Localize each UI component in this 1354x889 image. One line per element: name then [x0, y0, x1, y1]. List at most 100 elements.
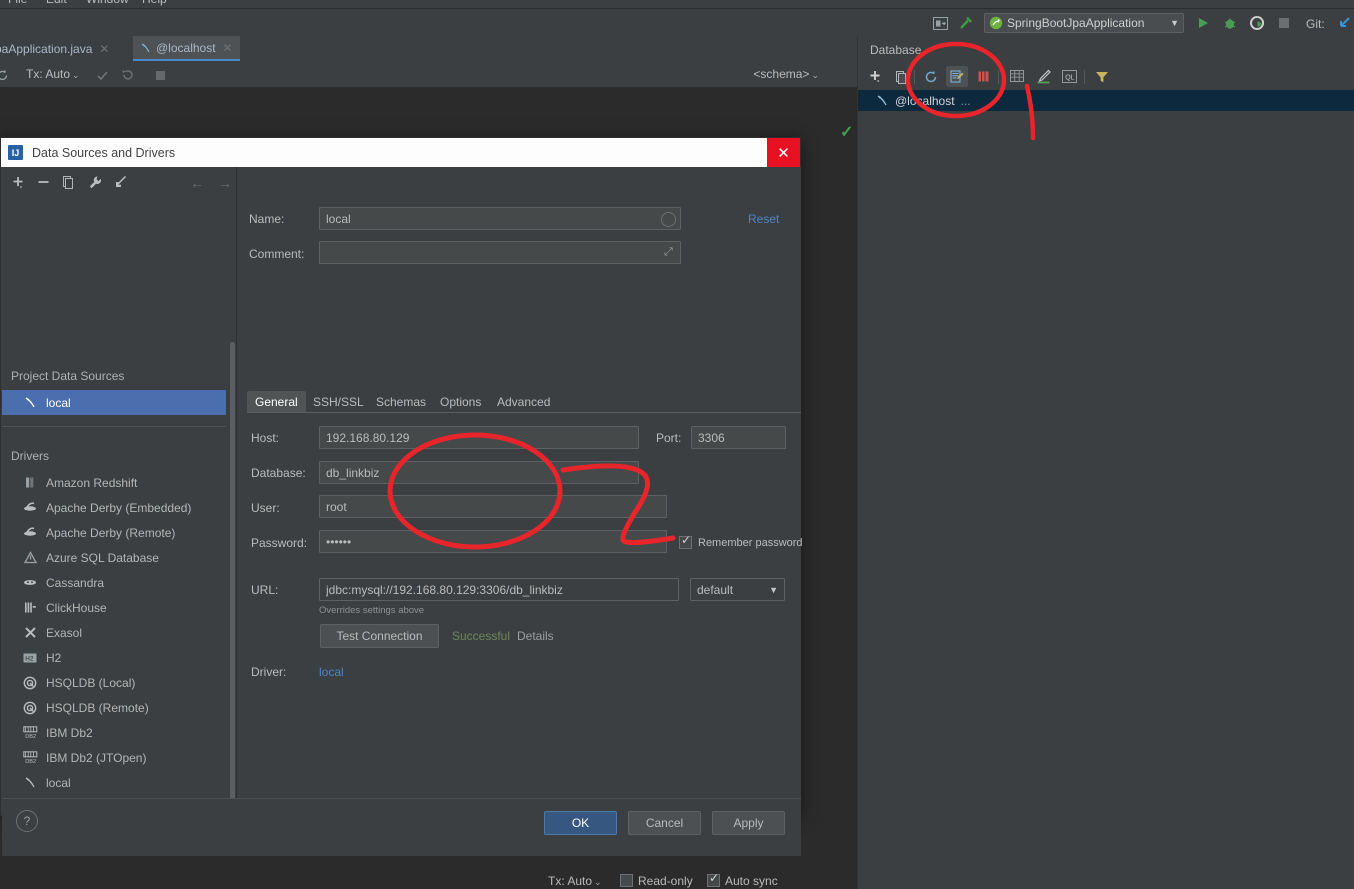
svg-text:H2: H2 — [25, 655, 34, 662]
auto-sync-checkbox[interactable] — [707, 872, 720, 887]
expand-editor-icon[interactable]: ⤢ — [664, 246, 673, 259]
database-tree-item-localhost[interactable]: @localhost ... — [858, 90, 1354, 111]
user-input[interactable] — [319, 495, 667, 518]
close-icon[interactable]: ✕ — [223, 41, 233, 55]
driver-item[interactable]: Cassandra — [2, 570, 226, 595]
tab-schemas[interactable]: Schemas — [368, 391, 434, 412]
intellij-idea-icon: IJ — [8, 145, 23, 160]
cancel-button[interactable]: Cancel — [628, 811, 701, 835]
refresh-icon[interactable] — [0, 65, 12, 85]
url-input[interactable] — [319, 578, 679, 601]
copy-icon[interactable] — [890, 66, 912, 87]
console-toolbar: Tx: Auto ⌄ <schema> ⌄ — [0, 62, 857, 88]
drivers-list-scrollbar[interactable] — [230, 342, 235, 798]
menu-item-window[interactable]: Window — [86, 0, 129, 6]
funnel-filter-icon[interactable] — [1091, 66, 1113, 87]
plus-icon[interactable] — [8, 172, 28, 192]
git-update-icon[interactable] — [1334, 13, 1354, 33]
tx-mode-selector[interactable]: Tx: Auto ⌄ — [548, 874, 602, 888]
tab-options[interactable]: Options — [432, 391, 489, 412]
tab-ssh-ssl[interactable]: SSH/SSL — [305, 391, 372, 412]
driver-item[interactable]: DB2 IBM Db2 — [2, 720, 226, 745]
data-source-item-local[interactable]: local — [2, 390, 226, 415]
run-with-coverage-icon[interactable] — [1247, 13, 1267, 33]
driver-item-label: HSQLDB (Remote) — [46, 700, 149, 715]
remember-password-checkbox[interactable] — [679, 534, 692, 549]
driver-item[interactable]: Amazon Redshift — [2, 470, 226, 495]
arrow-left-icon[interactable]: ← — [190, 175, 204, 191]
close-icon[interactable]: ✕ — [767, 138, 800, 167]
pencil-icon[interactable] — [1032, 66, 1054, 87]
test-connection-button[interactable]: Test Connection — [320, 624, 439, 648]
reset-link[interactable]: Reset — [748, 212, 779, 226]
driver-item[interactable]: DB2 IBM Db2 (JTOpen) — [2, 745, 226, 770]
driver-item[interactable]: Azure SQL Database — [2, 545, 226, 570]
name-input[interactable] — [319, 207, 681, 230]
stop-red-icon[interactable] — [972, 66, 994, 87]
editor-tab-bar: paApplication.java ✕ @localhost ✕ — [0, 36, 857, 63]
editor-tab-java-file[interactable]: paApplication.java ✕ — [0, 36, 116, 61]
open-console-button[interactable] — [946, 66, 968, 87]
driver-item[interactable]: ClickHouse — [2, 595, 226, 620]
driver-item[interactable]: HSQLDB (Local) — [2, 670, 226, 695]
database-label: Database: — [251, 466, 306, 480]
ql-console-icon[interactable]: QL — [1058, 66, 1080, 87]
database-tool-window: Database QL @localhost ... — [857, 36, 1354, 889]
data-sources-list-pane: ← → Project Data Sources local Drivers A… — [2, 167, 237, 798]
database-input[interactable] — [319, 461, 639, 484]
chevron-down-icon: ⌄ — [594, 877, 602, 887]
driver-item[interactable]: HSQLDB (Remote) — [2, 695, 226, 720]
read-only-checkbox[interactable] — [620, 874, 633, 887]
driver-item[interactable]: Apache Derby (Remote) — [2, 520, 226, 545]
refresh-icon[interactable] — [920, 66, 942, 87]
toolbar-divider — [1084, 70, 1085, 84]
test-connection-details-link[interactable]: Details — [517, 629, 554, 643]
driver-item[interactable]: Apache Derby (Embedded) — [2, 495, 226, 520]
wrench-icon[interactable] — [85, 172, 105, 192]
close-icon[interactable]: ✕ — [99, 42, 109, 56]
azure-icon — [22, 551, 38, 564]
run-icon[interactable] — [1193, 13, 1213, 33]
ok-button[interactable]: OK — [544, 811, 617, 835]
mysql-icon — [22, 396, 38, 409]
table-grid-icon[interactable] — [1006, 66, 1028, 87]
comment-input[interactable] — [319, 241, 681, 264]
import-arrow-icon[interactable] — [111, 172, 131, 192]
loading-spinner-icon — [661, 212, 676, 227]
port-input[interactable] — [691, 426, 786, 449]
minus-icon[interactable] — [33, 172, 53, 192]
driver-value-link[interactable]: local — [319, 665, 344, 679]
menu-item-help[interactable]: Help — [142, 0, 167, 6]
tab-advanced[interactable]: Advanced — [489, 391, 558, 412]
apply-button[interactable]: Apply — [712, 811, 785, 835]
driver-item-label: IBM Db2 (JTOpen) — [46, 750, 147, 765]
mysql-icon — [22, 776, 38, 789]
arrow-right-icon[interactable]: → — [218, 175, 232, 191]
driver-item[interactable]: Exasol — [2, 620, 226, 645]
restore-layout-icon[interactable] — [930, 13, 950, 33]
db2-icon: DB2 — [22, 726, 38, 739]
rollback-icon — [117, 65, 137, 85]
password-input[interactable] — [319, 530, 667, 553]
debug-icon[interactable] — [1220, 13, 1240, 33]
schema-selector[interactable]: <schema> ⌄ — [753, 67, 819, 81]
hsqldb-icon — [22, 701, 38, 715]
editor-tab-localhost-console[interactable]: @localhost ✕ — [133, 36, 240, 61]
plus-icon[interactable] — [864, 66, 886, 87]
help-button[interactable]: ? — [16, 810, 38, 832]
menu-item-file[interactable]: File — [8, 0, 27, 6]
run-configuration-selector[interactable]: SpringBootJpaApplication ▼ — [984, 13, 1184, 33]
copy-icon[interactable] — [58, 172, 78, 192]
build-hammer-icon[interactable] — [956, 13, 976, 33]
exasol-icon — [22, 626, 38, 639]
driver-item[interactable]: local — [2, 770, 226, 795]
driver-item[interactable]: H2 H2 — [2, 645, 226, 670]
derby-icon — [22, 526, 38, 539]
url-mode-combo[interactable]: default ▼ — [690, 578, 785, 601]
menu-item-edit[interactable]: Edit — [46, 0, 67, 6]
settings-tab-bar: General SSH/SSL Schemas Options Advanced — [247, 391, 801, 413]
spring-boot-icon — [989, 16, 1003, 30]
tx-mode-selector[interactable]: Tx: Auto ⌄ — [26, 67, 80, 81]
host-input[interactable] — [319, 426, 639, 449]
tab-general[interactable]: General — [247, 391, 306, 412]
